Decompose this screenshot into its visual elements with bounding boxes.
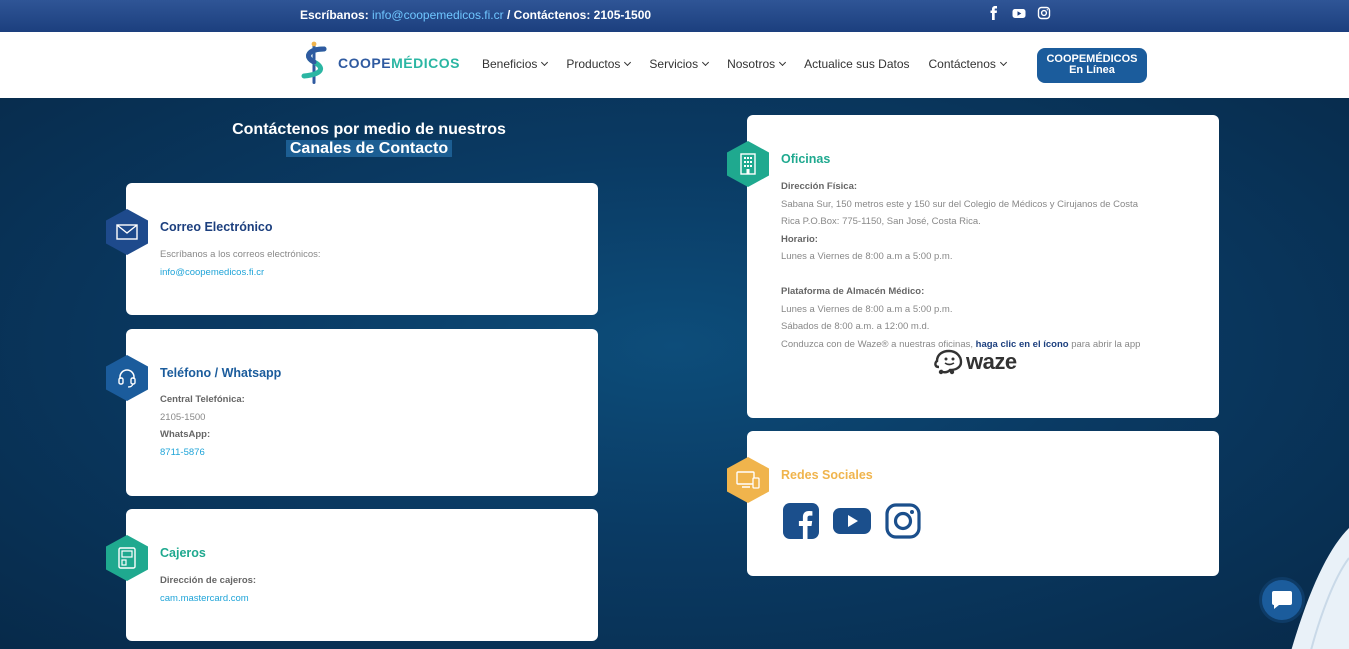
nav-label: Actualice sus Datos xyxy=(804,57,910,71)
atm-link[interactable]: cam.mastercard.com xyxy=(160,590,256,608)
waze-text: para abrir la app xyxy=(1071,338,1141,350)
nav-item-beneficios[interactable]: Beneficios xyxy=(482,57,549,71)
topbar-contact: Escríbanos: info@coopemedicos.fi.cr / Co… xyxy=(300,8,651,22)
atm-label: Dirección de cajeros: xyxy=(160,575,257,586)
central-label: Central Telefónica: xyxy=(160,394,245,405)
chat-bubble-icon xyxy=(1272,591,1292,609)
card-body: Dirección de cajeros: cam.mastercard.com xyxy=(160,572,256,607)
waze-text: Conduzca con de Waze® a nuestras oficina… xyxy=(781,338,973,350)
card-title: Oficinas xyxy=(781,152,831,166)
chat-button[interactable] xyxy=(1259,577,1305,623)
facebook-icon[interactable] xyxy=(987,6,1001,20)
contact-label: Contáctenos: xyxy=(513,8,591,22)
hours-value: Lunes a Viernes de 8:00 a.m a 5:00 p.m. xyxy=(781,251,953,262)
nav-label: Beneficios xyxy=(482,57,538,71)
chevron-down-icon xyxy=(999,58,1007,67)
nav-item-productos[interactable]: Productos xyxy=(566,57,632,71)
instagram-icon[interactable] xyxy=(1037,6,1051,20)
title-highlight: Canales de Contacto xyxy=(285,140,453,157)
logo-part1: COOPE xyxy=(338,55,392,71)
card-body: Escríbanos a los correos electrónicos: i… xyxy=(160,246,321,281)
phone-card: Teléfono / Whatsapp Central Telefónica: … xyxy=(126,329,598,496)
nav-label: Productos xyxy=(566,57,621,71)
instagram-icon[interactable] xyxy=(885,503,921,544)
nav-item-contactenos[interactable]: Contáctenos xyxy=(928,57,1007,71)
whatsapp-link[interactable]: 8711-5876 xyxy=(160,444,245,462)
site-logo[interactable]: COOPEMÉDICOS xyxy=(298,40,460,86)
card-body: Dirección Física: Sabana Sur, 150 metros… xyxy=(781,178,1201,353)
waze-logo[interactable]: waze xyxy=(933,349,1017,375)
chevron-down-icon xyxy=(624,58,632,67)
facebook-icon[interactable] xyxy=(783,503,819,544)
logo-part2: MÉDICOS xyxy=(391,55,460,71)
topbar-email-link[interactable]: info@coopemedicos.fi.cr xyxy=(372,8,504,22)
waze-wordmark: waze xyxy=(966,349,1017,374)
topbar-social xyxy=(987,6,1051,20)
social-icons xyxy=(783,503,921,544)
nav-label: Contáctenos xyxy=(928,57,996,71)
card-title: Redes Sociales xyxy=(781,468,873,482)
central-phone: 2105-1500 xyxy=(160,411,206,423)
nav-item-nosotros[interactable]: Nosotros xyxy=(727,57,787,71)
email-link[interactable]: info@coopemedicos.fi.cr xyxy=(160,264,321,282)
separator: / xyxy=(506,8,511,22)
address-line: Sabana Sur, 150 metros este y 150 sur de… xyxy=(781,198,1138,210)
platform-hours: Lunes a Viernes de 8:00 a.m a 5:00 p.m. xyxy=(781,303,953,315)
title-line1: Contáctenos por medio de nuestros xyxy=(232,121,506,138)
cta-line2: En Línea xyxy=(1069,64,1115,76)
atm-card: Cajeros Dirección de cajeros: cam.master… xyxy=(126,509,598,641)
card-title: Teléfono / Whatsapp xyxy=(160,366,282,380)
address-line: Rica P.O.Box: 775-1150, San José, Costa … xyxy=(781,216,981,227)
email-card: Correo Electrónico Escríbanos a los corr… xyxy=(126,183,598,315)
site-header: COOPEMÉDICOS Beneficios Productos Servic… xyxy=(0,32,1349,98)
card-body: Central Telefónica: 2105-1500 WhatsApp: … xyxy=(160,391,245,461)
whatsapp-label: WhatsApp: xyxy=(160,429,211,440)
logo-text: COOPEMÉDICOS xyxy=(338,55,460,71)
chevron-down-icon xyxy=(702,58,710,67)
offices-card: Oficinas Dirección Física: Sabana Sur, 1… xyxy=(747,115,1219,418)
topbar-phone: 2105-1500 xyxy=(593,8,652,22)
card-title: Correo Electrónico xyxy=(160,220,273,234)
chevron-down-icon xyxy=(779,58,787,67)
platform-label: Plataforma de Almacén Médico: xyxy=(781,286,925,297)
contact-section: Contáctenos por medio de nuestros Canale… xyxy=(0,98,1349,649)
section-title: Contáctenos por medio de nuestros Canale… xyxy=(126,120,612,158)
nav-label: Servicios xyxy=(649,57,699,71)
youtube-icon[interactable] xyxy=(833,506,871,541)
logo-emblem-icon xyxy=(301,41,327,84)
main-nav: Beneficios Productos Servicios Nosotros … xyxy=(482,57,1007,71)
waze-icon xyxy=(934,349,963,375)
address-label: Dirección Física: xyxy=(781,181,858,192)
top-bar: Escríbanos: info@coopemedicos.fi.cr / Co… xyxy=(0,0,1349,32)
write-label: Escríbanos: xyxy=(300,8,369,22)
coopemedicos-online-button[interactable]: COOPEMÉDICOS En Línea xyxy=(1037,48,1147,83)
nav-item-actualice-datos[interactable]: Actualice sus Datos xyxy=(804,57,909,71)
email-description: Escríbanos a los correos electrónicos: xyxy=(160,249,321,260)
youtube-icon[interactable] xyxy=(1012,6,1026,20)
chevron-down-icon xyxy=(541,58,549,67)
card-title: Cajeros xyxy=(160,546,206,560)
hours-label: Horario: xyxy=(781,233,818,245)
platform-hours: Sábados de 8:00 a.m. a 12:00 m.d. xyxy=(781,321,930,332)
nav-item-servicios[interactable]: Servicios xyxy=(649,57,710,71)
waze-link[interactable]: haga clic en el ícono xyxy=(976,339,1069,350)
social-card: Redes Sociales xyxy=(747,431,1219,576)
nav-label: Nosotros xyxy=(727,57,776,71)
